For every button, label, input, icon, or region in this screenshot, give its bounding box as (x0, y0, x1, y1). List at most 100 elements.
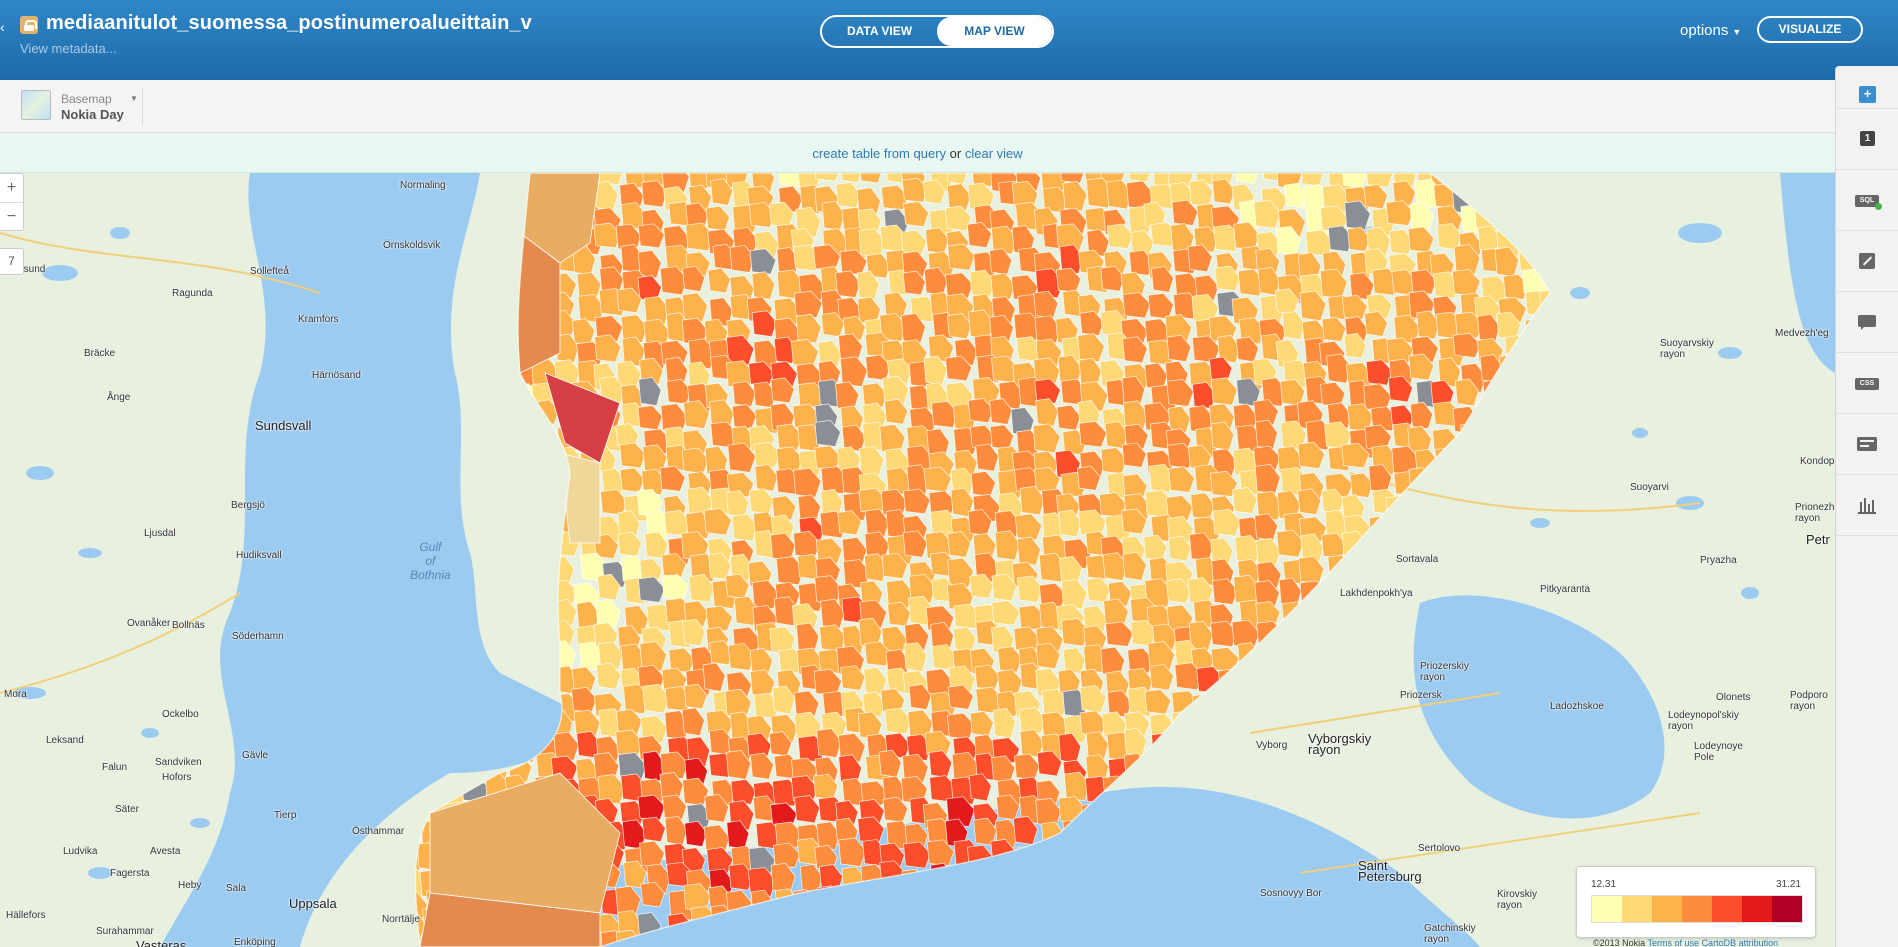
back-arrow-icon[interactable]: ‹ (0, 20, 6, 34)
map-place-label-mora: Mora (4, 689, 27, 700)
map-place-label-sater: Säter (115, 804, 139, 815)
map-place-label-kirovsky: Kirovskiy rayon (1497, 889, 1538, 911)
map-place-label-sundsvall: Sundsvall (255, 418, 312, 433)
map-place-label-surahammar: Surahammar (96, 926, 154, 937)
legend-swatch (1682, 896, 1712, 922)
visualize-button[interactable]: VISUALIZE (1757, 16, 1863, 43)
options-menu[interactable]: options ▼ (1680, 22, 1741, 39)
map-place-label-gavle: Gävle (242, 750, 269, 761)
lake (1530, 518, 1550, 528)
add-layer-icon: + (1859, 86, 1876, 103)
map-place-label-normaling: Normaling (400, 180, 446, 191)
tab-map-view[interactable]: MAP VIEW (937, 17, 1052, 46)
map-place-label-osthammar: Östhammar (352, 826, 405, 837)
legend-swatch (1622, 896, 1652, 922)
map-place-label-ange: Ånge (107, 392, 131, 403)
map-place-label-hofors: Hofors (162, 772, 192, 783)
map-place-label-pitkyaranta: Pitkyaranta (1540, 584, 1591, 595)
tab-data-view[interactable]: DATA VIEW (822, 17, 937, 46)
map-place-label-kramfors: Kramfors (298, 314, 339, 325)
map-place-label-vyborg: Vyborg (1256, 740, 1288, 751)
lake (78, 548, 102, 558)
map-place-label-prionezh: Prionezh rayon (1795, 502, 1835, 524)
map-place-label-pryazha: Pryazha (1700, 555, 1737, 566)
legend-swatch (1772, 896, 1802, 922)
basemap-thumbnail[interactable] (21, 90, 51, 120)
map-toolbar: Basemap Nokia Day ▼ (0, 80, 1835, 133)
lock-icon[interactable] (20, 16, 38, 34)
map-place-label-bracke: Bräcke (84, 348, 116, 359)
map-place-label-suoyarvi: Suoyarvi (1630, 482, 1669, 493)
view-toggle: DATA VIEW MAP VIEW (820, 15, 1054, 48)
infowindow-button[interactable] (1836, 292, 1898, 353)
legend-swatch (1592, 896, 1622, 922)
create-table-from-query-link[interactable]: create table from query (812, 146, 946, 161)
copyright-text: ©2013 Nokia (1593, 938, 1646, 947)
lake (110, 227, 130, 239)
map-place-label-fagersta: Fagersta (110, 868, 150, 879)
layer-number-icon: 1 (1860, 131, 1875, 146)
map-place-label-ludvika: Ludvika (63, 846, 98, 857)
lake (1678, 223, 1722, 243)
map-place-label-lodeynoye: Lodeynoye Pole (1694, 741, 1743, 763)
map-place-label-olonets: Olonets (1716, 692, 1751, 703)
lake (26, 466, 54, 480)
map-place-label-norrtalje: Norrtälje (382, 914, 420, 925)
map-place-label-ockelbo: Ockelbo (162, 709, 199, 720)
basemap-value[interactable]: Nokia Day (61, 107, 124, 122)
legend-color-ramp (1591, 895, 1803, 923)
map-place-label-enkoping: Enköping (234, 937, 276, 947)
map-place-label-lakhdenpokhya: Lakhdenpokh'ya (1340, 588, 1413, 599)
map-place-label-gatchinsky: Gatchinskiy rayon (1424, 923, 1476, 945)
legend-swatch (1742, 896, 1772, 922)
map-place-label-leksand: Leksand (46, 735, 84, 746)
zoom-in-button[interactable]: + (0, 174, 23, 202)
zoom-control: + − (0, 173, 24, 231)
table-title[interactable]: mediaanitulot_suomessa_postinumeroalueit… (46, 12, 532, 35)
clear-view-link[interactable]: clear view (965, 146, 1023, 161)
filters-button[interactable] (1836, 475, 1898, 536)
css-button[interactable]: CSS (1836, 353, 1898, 414)
cartodb-attribution-link[interactable]: CartoDB attribution (1702, 938, 1779, 947)
map-place-label-solleftea: Sollefteå (250, 266, 289, 277)
map-place-label-ornskoldsvik: Örnskoldsvik (383, 240, 441, 251)
css-icon: CSS (1855, 378, 1879, 390)
header-bar: ‹ mediaanitulot_suomessa_postinumeroalue… (0, 0, 1898, 80)
map-place-label-priozersky: Priozerskiy rayon (1420, 661, 1469, 683)
lake (42, 265, 78, 281)
map-place-label-ovanaker: Ovanåker (127, 618, 171, 629)
map-place-label-uppsala: Uppsala (289, 896, 337, 911)
map-place-label-falun: Falun (102, 762, 128, 773)
layer-1-tab[interactable]: 1 (1836, 109, 1898, 170)
map-place-label-vasteras: Vasteras (136, 938, 187, 947)
caret-down-icon[interactable]: ▼ (130, 94, 138, 103)
lake (1741, 587, 1759, 599)
legends-button[interactable] (1836, 414, 1898, 475)
lake (1718, 347, 1742, 359)
or-text: or (949, 146, 962, 161)
wizard-button[interactable] (1836, 231, 1898, 292)
map-place-label-vyborgsky: Vyborgskiy rayon (1308, 731, 1372, 757)
status-dot-icon (1875, 203, 1882, 210)
add-layer-button[interactable]: + (1836, 66, 1898, 109)
map-place-label-saint-petersburg: Saint Petersburg (1358, 858, 1422, 884)
map-place-label-petro: Petr (1806, 532, 1830, 547)
map-place-label-suoyarvsky: Suoyarvskiy rayon (1660, 338, 1714, 360)
terms-of-use-link[interactable]: Terms of use (1648, 938, 1700, 947)
map-place-label-priozersk: Priozersk (1400, 690, 1442, 701)
view-metadata-link[interactable]: View metadata... (20, 41, 117, 56)
lake (141, 728, 159, 738)
zoom-level-indicator: 7 (0, 248, 24, 275)
map-place-label-sortavala: Sortavala (1396, 554, 1439, 565)
map-legend: 12.31 31.21 (1576, 866, 1816, 938)
lake (1632, 428, 1648, 438)
basemap-label[interactable]: Basemap (61, 92, 112, 106)
map-place-label-sosnovy-bor: Sosnovyy Bor (1260, 888, 1322, 899)
map-place-label-sertolovo: Sertolovo (1418, 843, 1461, 854)
map-place-label-ragunda: Ragunda (172, 288, 213, 299)
map-place-label-hudiksvall: Hudiksvall (236, 550, 282, 561)
sql-button[interactable]: SQL (1836, 170, 1898, 231)
map-place-label-ladozhskoe: Ladozhskoe (1550, 701, 1604, 712)
zoom-out-button[interactable]: − (0, 202, 23, 230)
lake (1570, 287, 1590, 299)
